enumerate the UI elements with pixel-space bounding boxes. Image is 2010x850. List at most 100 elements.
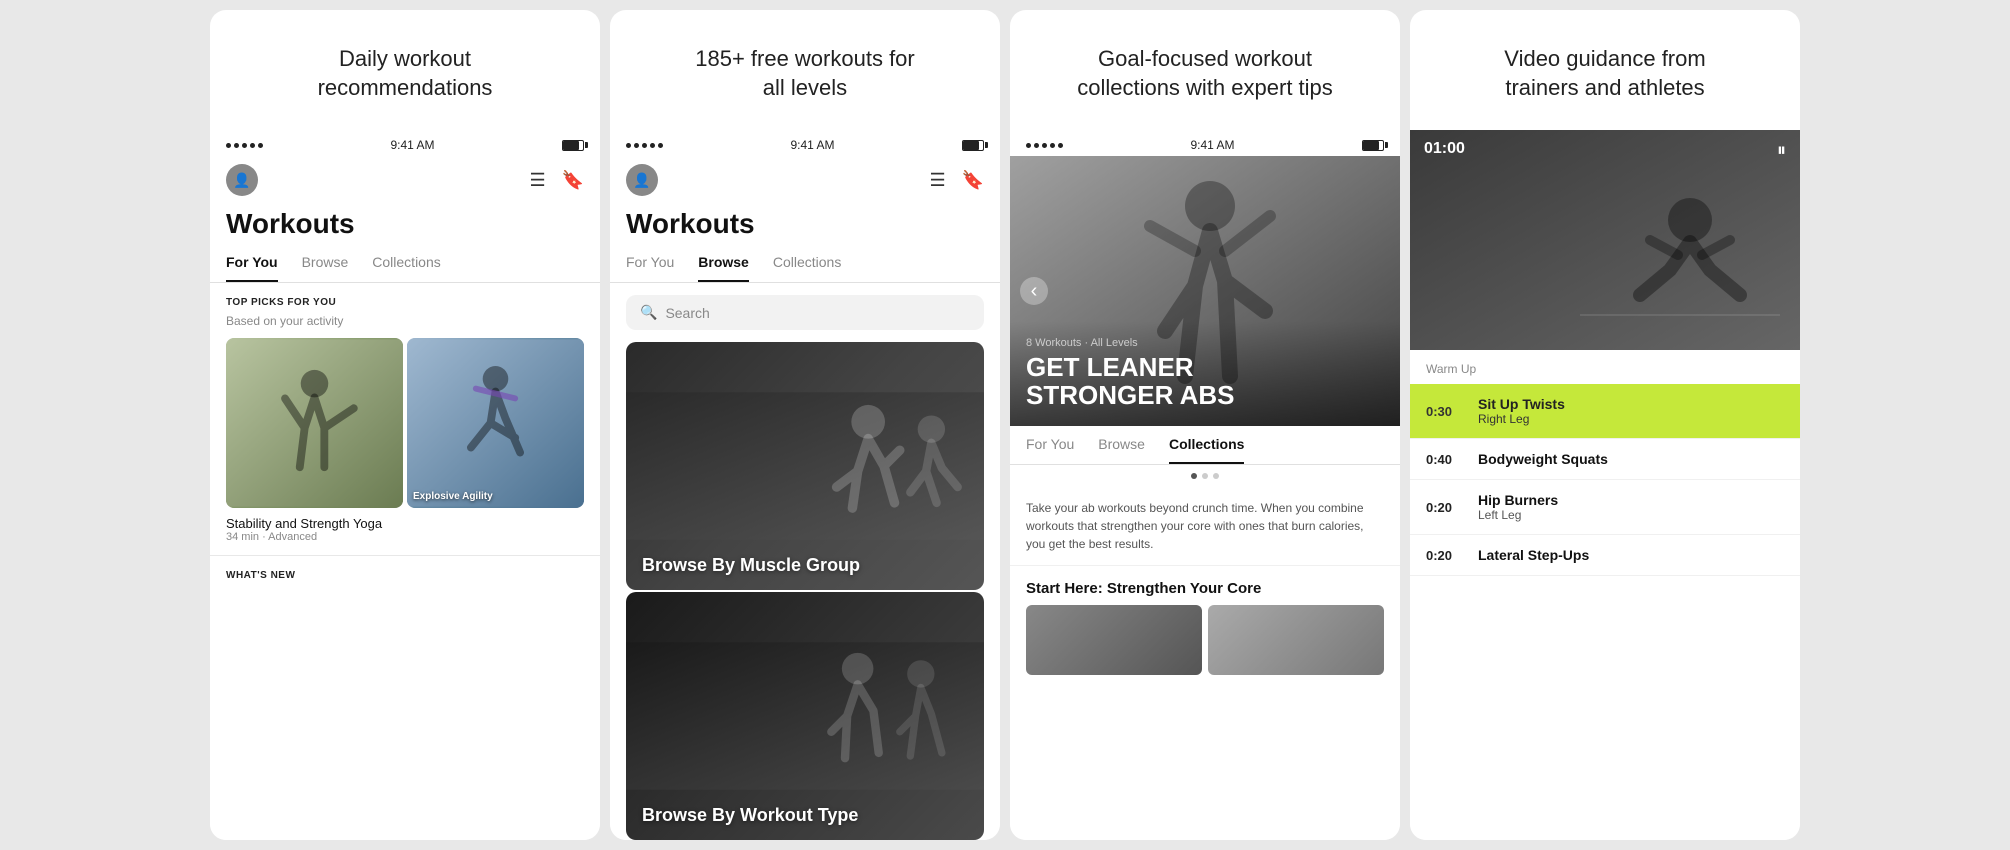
workouts-title-1: Workouts	[210, 200, 600, 244]
nav-icons-1: ☰ 🔖	[529, 170, 584, 191]
hero-meta: 8 Workouts · All Levels	[1026, 337, 1384, 349]
exercise-list: 0:30 Sit Up Twists Right Leg 0:40 Bodywe…	[1410, 384, 1800, 840]
exercise-name-2: Bodyweight Squats	[1478, 451, 1608, 467]
card-collections-header: Goal-focused workoutcollections with exp…	[1010, 10, 1400, 130]
browse-card-muscle[interactable]: Browse By Muscle Group	[626, 342, 984, 590]
type-card-bg: Browse By Workout Type	[626, 592, 984, 840]
phone-screen-video: 01:00 ⏸ Warm Up 0:30 Sit Up Twists Right…	[1410, 130, 1800, 840]
signal-dot-2-4	[650, 143, 655, 148]
tab-browse-1[interactable]: Browse	[302, 244, 349, 282]
exercise-item-3[interactable]: 0:20 Hip Burners Left Leg	[1410, 480, 1800, 535]
signal-dot-2-1	[626, 143, 631, 148]
list-icon-2[interactable]: ☰	[929, 170, 945, 191]
status-time-2: 9:41 AM	[790, 138, 834, 152]
status-bar-1: 9:41 AM	[210, 130, 600, 156]
status-bar-3: 9:41 AM	[1010, 130, 1400, 156]
card-browse-header: 185+ free workouts forall levels	[610, 10, 1000, 130]
phone-screen-daily: 9:41 AM 👤 ☰ 🔖 Workouts For You Browse Co…	[210, 130, 600, 840]
card-daily-header: Daily workoutrecommendations	[210, 10, 600, 130]
search-icon: 🔍	[640, 304, 657, 321]
workout-meta-1: 34 min · Advanced	[226, 531, 584, 543]
workout-thumb-yoga[interactable]	[226, 338, 403, 508]
whats-new-label: WHAT'S NEW	[210, 555, 600, 585]
signal-dot-1	[226, 143, 231, 148]
tab-for-you-1[interactable]: For You	[226, 244, 278, 282]
yoga-silhouette	[226, 338, 403, 508]
battery-icon-3	[1362, 140, 1384, 151]
workout-thumb-runner[interactable]: Explosive Agility	[407, 338, 584, 508]
signal-dot-2-5	[658, 143, 663, 148]
section-sub-1: Based on your activity	[210, 312, 600, 338]
nav-icons-2: ☰ 🔖	[929, 170, 984, 191]
bookmark-icon-1[interactable]: 🔖	[562, 170, 584, 191]
runner-background	[407, 338, 584, 508]
exercise-time-4: 0:20	[1426, 548, 1466, 563]
browse-card-type[interactable]: Browse By Workout Type	[626, 592, 984, 840]
status-time-3: 9:41 AM	[1190, 138, 1234, 152]
signal-dot-3-4	[1050, 143, 1055, 148]
tabs-2: For You Browse Collections	[610, 244, 1000, 283]
exercise-name-1: Sit Up Twists	[1478, 396, 1565, 412]
signal-dots	[226, 143, 263, 148]
video-player[interactable]: 01:00 ⏸	[1410, 130, 1800, 350]
hero-title: GET LEANERSTRONGER ABS	[1026, 353, 1384, 410]
workout-info-1: Stability and Strength Yoga 34 min · Adv…	[210, 508, 600, 547]
collection-thumb-1[interactable]	[1026, 605, 1202, 675]
tab-for-you-2[interactable]: For You	[626, 244, 674, 282]
runner-silhouette	[407, 338, 584, 508]
signal-dot-5	[258, 143, 263, 148]
nav-bar-2: 👤 ☰ 🔖	[610, 156, 1000, 200]
avatar-1[interactable]: 👤	[226, 164, 258, 196]
tab-collections-1[interactable]: Collections	[372, 244, 440, 282]
signal-dot-4	[250, 143, 255, 148]
tab-collections-3[interactable]: Collections	[1169, 426, 1244, 464]
tab-collections-2[interactable]: Collections	[773, 244, 841, 282]
hero-back-arrow[interactable]: ‹	[1020, 277, 1048, 305]
signal-dots-2	[626, 143, 663, 148]
yoga-background	[226, 338, 403, 508]
battery-icon-1	[562, 140, 584, 151]
section-label-1: TOP PICKS FOR YOU	[210, 283, 600, 312]
collection-hero: ‹ 8 Workouts · All Levels GET LEANERSTRO…	[1010, 156, 1400, 426]
exercise-item-2[interactable]: 0:40 Bodyweight Squats	[1410, 439, 1800, 480]
signal-dot-3-3	[1042, 143, 1047, 148]
collection-thumb-row	[1010, 605, 1400, 675]
tab-browse-3[interactable]: Browse	[1098, 426, 1145, 464]
browse-type-label: Browse By Workout Type	[642, 805, 858, 826]
card-video: Video guidance fromtrainers and athletes	[1410, 10, 1800, 840]
signal-dot-3-1	[1026, 143, 1031, 148]
battery-fill-3	[1363, 141, 1379, 150]
exercise-time-2: 0:40	[1426, 452, 1466, 467]
collection-description: Take your ab workouts beyond crunch time…	[1010, 487, 1400, 566]
tabs-3: For You Browse Collections	[1010, 426, 1400, 465]
exercise-time-1: 0:30	[1426, 404, 1466, 419]
signal-dot-3	[242, 143, 247, 148]
pause-icon[interactable]: ⏸	[1777, 140, 1786, 161]
nav-bar-1: 👤 ☰ 🔖	[210, 156, 600, 200]
dot-2	[1202, 473, 1208, 479]
exercise-item-4[interactable]: 0:20 Lateral Step-Ups	[1410, 535, 1800, 576]
collection-dots	[1010, 465, 1400, 487]
workout-grid-1: Explosive Agility	[210, 338, 600, 508]
exercise-item-1[interactable]: 0:30 Sit Up Twists Right Leg	[1410, 384, 1800, 439]
collection-thumb-2[interactable]	[1208, 605, 1384, 675]
card-daily: Daily workoutrecommendations 9:41 AM 👤 ☰	[210, 10, 600, 840]
video-section-label: Warm Up	[1410, 350, 1800, 384]
muscle-bg-art	[626, 342, 984, 590]
card-collections: Goal-focused workoutcollections with exp…	[1010, 10, 1400, 840]
battery-fill-2	[963, 141, 979, 150]
browse-cards: Browse By Muscle Group	[610, 342, 1000, 840]
bookmark-icon-2[interactable]: 🔖	[962, 170, 984, 191]
exercise-details-1: Sit Up Twists Right Leg	[1478, 396, 1565, 426]
exercise-part-3: Left Leg	[1478, 508, 1558, 522]
battery-indicator-2	[962, 140, 984, 151]
search-bar[interactable]: 🔍 Search	[626, 295, 984, 330]
list-icon-1[interactable]: ☰	[529, 170, 545, 191]
tab-for-you-3[interactable]: For You	[1026, 426, 1074, 464]
avatar-2[interactable]: 👤	[626, 164, 658, 196]
signal-dot-2	[234, 143, 239, 148]
status-bar-2: 9:41 AM	[610, 130, 1000, 156]
tab-browse-2[interactable]: Browse	[698, 244, 749, 282]
search-placeholder: Search	[665, 305, 709, 321]
signal-dot-3-5	[1058, 143, 1063, 148]
